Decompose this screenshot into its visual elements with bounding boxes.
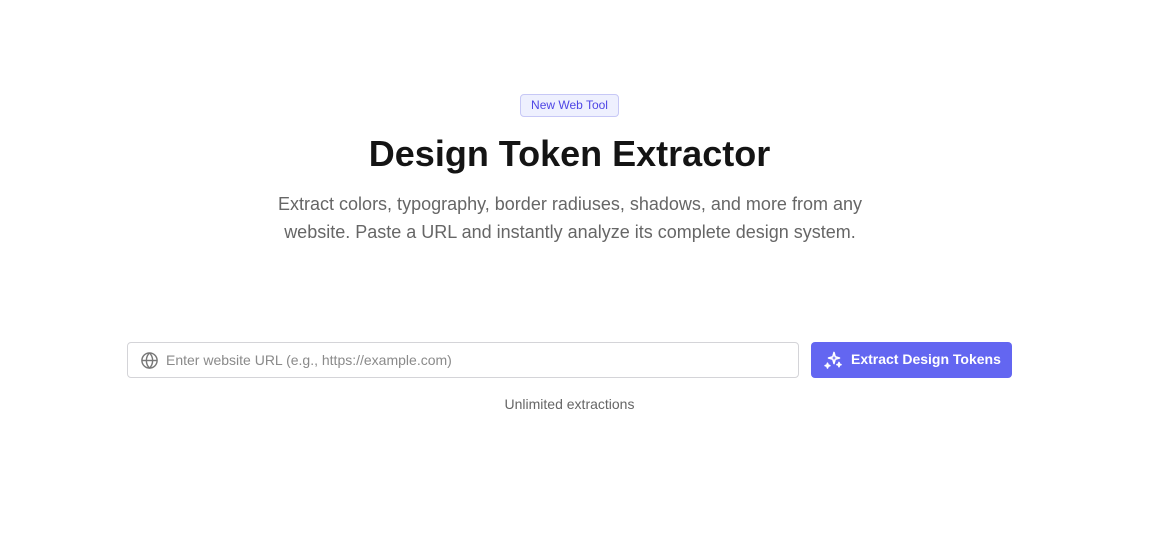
new-web-tool-badge: New Web Tool [520, 94, 619, 117]
globe-icon [141, 352, 158, 369]
page-title: Design Token Extractor [368, 133, 771, 174]
extraction-limit-note: Unlimited extractions [504, 396, 635, 412]
website-url-input[interactable] [166, 343, 786, 377]
page-description: Extract colors, typography, border radiu… [278, 194, 862, 242]
design-token-extractor-page: New Web Tool Design Token Extractor Extr… [0, 0, 1159, 560]
url-input-container[interactable] [127, 342, 799, 378]
sparkles-icon [824, 351, 842, 369]
extract-button-label: Extract Design Tokens [851, 351, 1001, 367]
extract-design-tokens-button[interactable]: Extract Design Tokens [811, 342, 1012, 378]
